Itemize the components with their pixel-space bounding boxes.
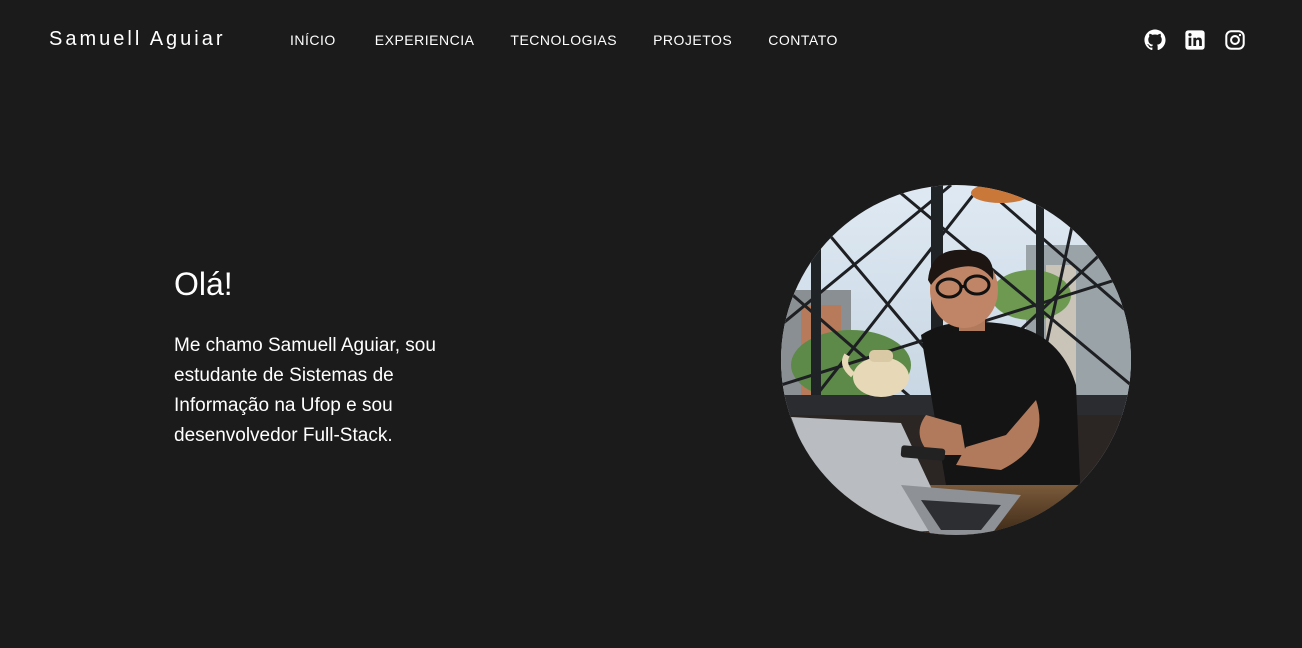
linkedin-link[interactable] bbox=[1184, 29, 1206, 51]
brand-logo[interactable]: Samuell Aguiar bbox=[49, 28, 226, 51]
nav-item-projetos[interactable]: PROJETOS bbox=[653, 31, 732, 49]
profile-photo bbox=[781, 185, 1131, 535]
github-link[interactable] bbox=[1144, 29, 1166, 51]
instagram-icon bbox=[1225, 30, 1245, 50]
nav-item-contato[interactable]: CONTATO bbox=[768, 31, 838, 49]
github-icon bbox=[1144, 29, 1166, 51]
page: Samuell Aguiar INÍCIO EXPERIENCIA TECNOL… bbox=[0, 0, 1302, 648]
linkedin-icon bbox=[1185, 30, 1205, 50]
social-links bbox=[1144, 29, 1246, 51]
main-nav: INÍCIO EXPERIENCIA TECNOLOGIAS PROJETOS … bbox=[290, 31, 838, 49]
hero-description: Me chamo Samuell Aguiar, sou estudante d… bbox=[174, 335, 436, 446]
instagram-link[interactable] bbox=[1224, 29, 1246, 51]
profile-photo-illustration bbox=[781, 185, 1131, 535]
hero-greeting: Olá! bbox=[174, 266, 233, 302]
nav-item-inicio[interactable]: INÍCIO bbox=[290, 31, 336, 49]
nav-item-tecnologias[interactable]: TECNOLOGIAS bbox=[510, 31, 617, 49]
nav-item-experiencia[interactable]: EXPERIENCIA bbox=[375, 31, 475, 49]
